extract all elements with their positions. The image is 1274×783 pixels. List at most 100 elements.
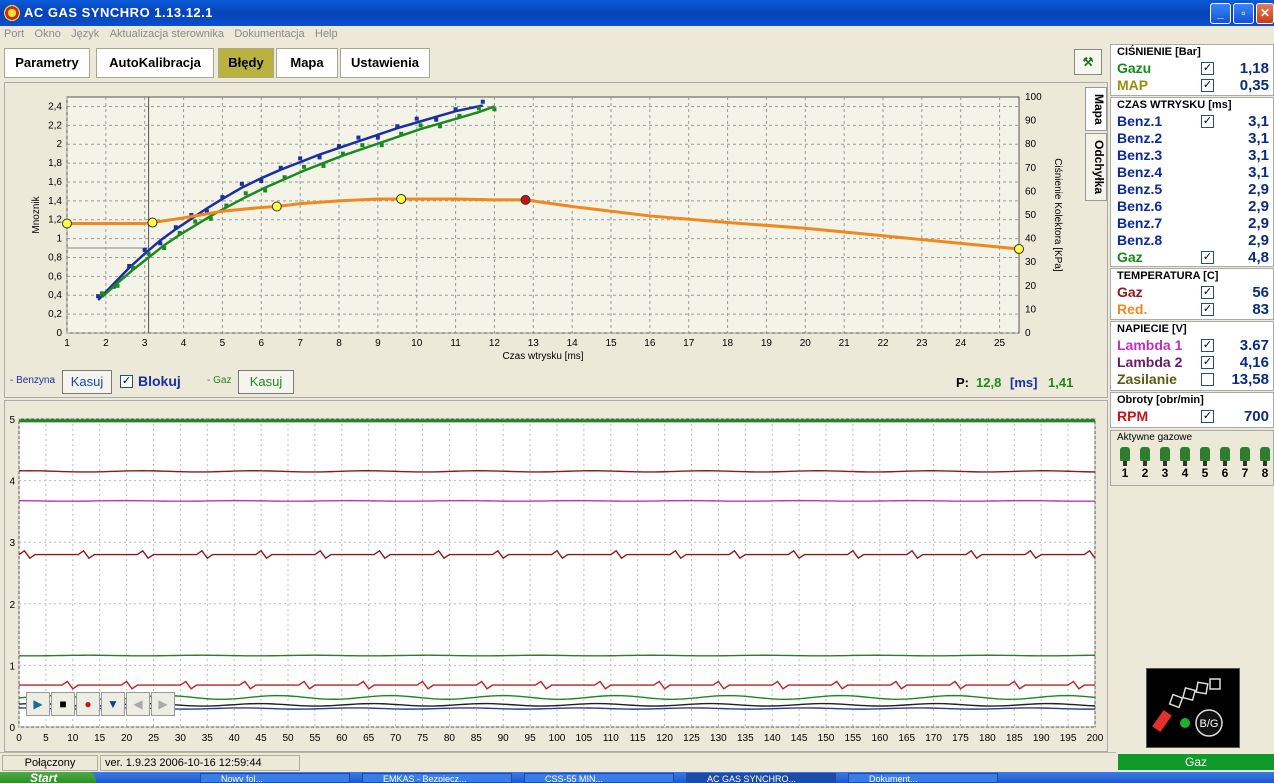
menu-aktualizacja[interactable]: Aktualizacja sterownika	[106, 26, 227, 40]
task-5[interactable]: Dokument...	[848, 773, 998, 783]
data-point	[298, 156, 303, 161]
task-4[interactable]: AC GAS SYNCHRO...	[686, 773, 836, 783]
data-point	[208, 216, 213, 221]
start-button[interactable]: Start	[0, 772, 96, 783]
napiecie-label: Lambda 2	[1117, 354, 1183, 370]
minimize-button[interactable]: _	[1210, 3, 1231, 24]
menu-help[interactable]: Help	[311, 26, 341, 40]
x-tick-label: 22	[877, 338, 889, 349]
blokuj-checkbox[interactable]: ✓	[120, 375, 133, 388]
x-tick-label: 55	[309, 733, 321, 744]
tab-parametry[interactable]: Parametry	[4, 48, 90, 78]
obroty-title: Obroty [obr/min]	[1117, 394, 1204, 406]
x-tick-label: 75	[417, 733, 429, 744]
menu-dokumentacja[interactable]: Dokumentacja	[230, 26, 307, 40]
maximize-button[interactable]: ▫	[1233, 3, 1254, 24]
x-tick-label: 145	[791, 733, 808, 744]
y-tick-label: 4	[9, 477, 15, 488]
kasuj-benzyna-button[interactable]: Kasuj	[62, 370, 112, 394]
settings-tool-button[interactable]: ⚒	[1074, 49, 1102, 75]
fuel-status-bar: Gaz	[1118, 754, 1274, 770]
play-button[interactable]: ▶	[26, 692, 50, 716]
data-point	[146, 251, 151, 256]
napiecie-label: Zasilanie	[1117, 371, 1177, 387]
czas-value: 3,1	[1248, 147, 1269, 164]
prev-button[interactable]: ◀	[126, 692, 150, 716]
record-button[interactable]: ●	[76, 692, 100, 716]
x-tick-label: 120	[656, 733, 673, 744]
y2-tick-label: 40	[1025, 234, 1037, 245]
czas-label: Benz.4	[1117, 164, 1163, 180]
x-tick-label: 130	[710, 733, 727, 744]
data-point	[492, 107, 497, 112]
menu-okno[interactable]: Okno	[31, 26, 64, 40]
task-1[interactable]: Nowy fol...	[200, 773, 350, 783]
close-button[interactable]: ✕	[1256, 3, 1274, 24]
data-point	[239, 181, 244, 186]
data-point	[162, 246, 167, 251]
y2-tick-label: 80	[1025, 139, 1037, 150]
kasuj-gaz-button[interactable]: Kasuj	[238, 370, 294, 394]
tab-ustawienia[interactable]: Ustawienia	[340, 48, 430, 78]
benzyna-gaz-switch[interactable]: B/G	[1146, 668, 1240, 748]
p-value: 12,8	[976, 375, 1002, 390]
obroty-checkbox[interactable]: ✓	[1201, 410, 1214, 423]
czas-row: Benz.7 2,9	[1117, 215, 1273, 232]
obroty-label: RPM	[1117, 408, 1149, 424]
cisnienie-value: 1,18	[1239, 60, 1269, 77]
menu-jezyk[interactable]: Język	[67, 26, 102, 40]
x-tick-label: 165	[898, 733, 915, 744]
side-tab-mapa[interactable]: Mapa	[1085, 87, 1107, 131]
czas-value: 3,1	[1248, 113, 1269, 130]
napiecie-checkbox[interactable]: ✓	[1201, 339, 1214, 352]
tab-mapa[interactable]: Mapa	[276, 48, 338, 78]
connection-status: Połączony	[2, 755, 98, 771]
napiecie-row: Lambda 1 ✓ 3.67	[1117, 337, 1273, 354]
pressure-section: CIŚNIENIE [Bar] Gazu ✓ 1,18 MAP ✓ 0,35	[1110, 44, 1274, 96]
temperatura-checkbox[interactable]: ✓	[1201, 286, 1214, 299]
map-chart[interactable]: 1 2 3 4 5 6 7 8 9 10 11 12 13 14 15 16 17 18 19 20 21 22 23 24 2…	[5, 83, 1107, 371]
czas-checkbox[interactable]: ✓	[1201, 251, 1214, 264]
menu-port[interactable]: Port	[0, 26, 27, 40]
x-tick-label: 0	[16, 733, 22, 744]
napiecie-checkbox[interactable]	[1201, 373, 1214, 386]
data-point	[127, 263, 132, 268]
active-injectors-title: Aktywne gazowe	[1117, 432, 1193, 443]
x-tick-label: 175	[952, 733, 969, 744]
next-button[interactable]: ▶	[151, 692, 175, 716]
x-tick-label: 25	[148, 733, 160, 744]
task-2[interactable]: EMKAS - Bezpiecz...	[362, 773, 512, 783]
y-tick-label: 0	[9, 723, 15, 734]
tab-autokalibracja[interactable]: AutoKalibracja	[96, 48, 214, 78]
download-button[interactable]: ▼	[101, 692, 125, 716]
injector-number: 2	[1141, 466, 1149, 480]
x-tick-label: 18	[722, 338, 734, 349]
map-marker	[396, 193, 407, 204]
czas-checkbox[interactable]: ✓	[1201, 115, 1214, 128]
map-marker	[271, 201, 282, 212]
cisnienie-checkbox[interactable]: ✓	[1201, 62, 1214, 75]
x-tick-label: 13	[528, 338, 540, 349]
data-point	[177, 230, 182, 235]
temperatura-checkbox[interactable]: ✓	[1201, 303, 1214, 316]
x-tick-label: 5	[43, 733, 49, 744]
task-3[interactable]: CSS-55 MIN...	[524, 773, 674, 783]
side-tab-odchylka[interactable]: Odchyłka	[1085, 133, 1107, 201]
data-point	[418, 123, 423, 128]
cisnienie-checkbox[interactable]: ✓	[1201, 79, 1214, 92]
prev-icon: ◀	[133, 697, 143, 711]
injector-indicator: 1	[1115, 447, 1135, 480]
x-tick-label: 50	[282, 733, 294, 744]
x-tick-label: 9	[375, 338, 381, 349]
map-marker	[1014, 243, 1024, 254]
data-point	[193, 219, 198, 224]
switch-label: B/G	[1200, 718, 1219, 730]
x-tick-label: 15	[605, 338, 617, 349]
x-tick-label: 85	[471, 733, 483, 744]
tab-bledy[interactable]: Błędy	[218, 48, 274, 78]
temperatura-row: Gaz ✓ 56	[1117, 284, 1273, 301]
napiecie-checkbox[interactable]: ✓	[1201, 356, 1214, 369]
x-tick-label: 4	[181, 338, 187, 349]
stop-button[interactable]: ■	[51, 692, 75, 716]
injector-number: 6	[1221, 466, 1229, 480]
